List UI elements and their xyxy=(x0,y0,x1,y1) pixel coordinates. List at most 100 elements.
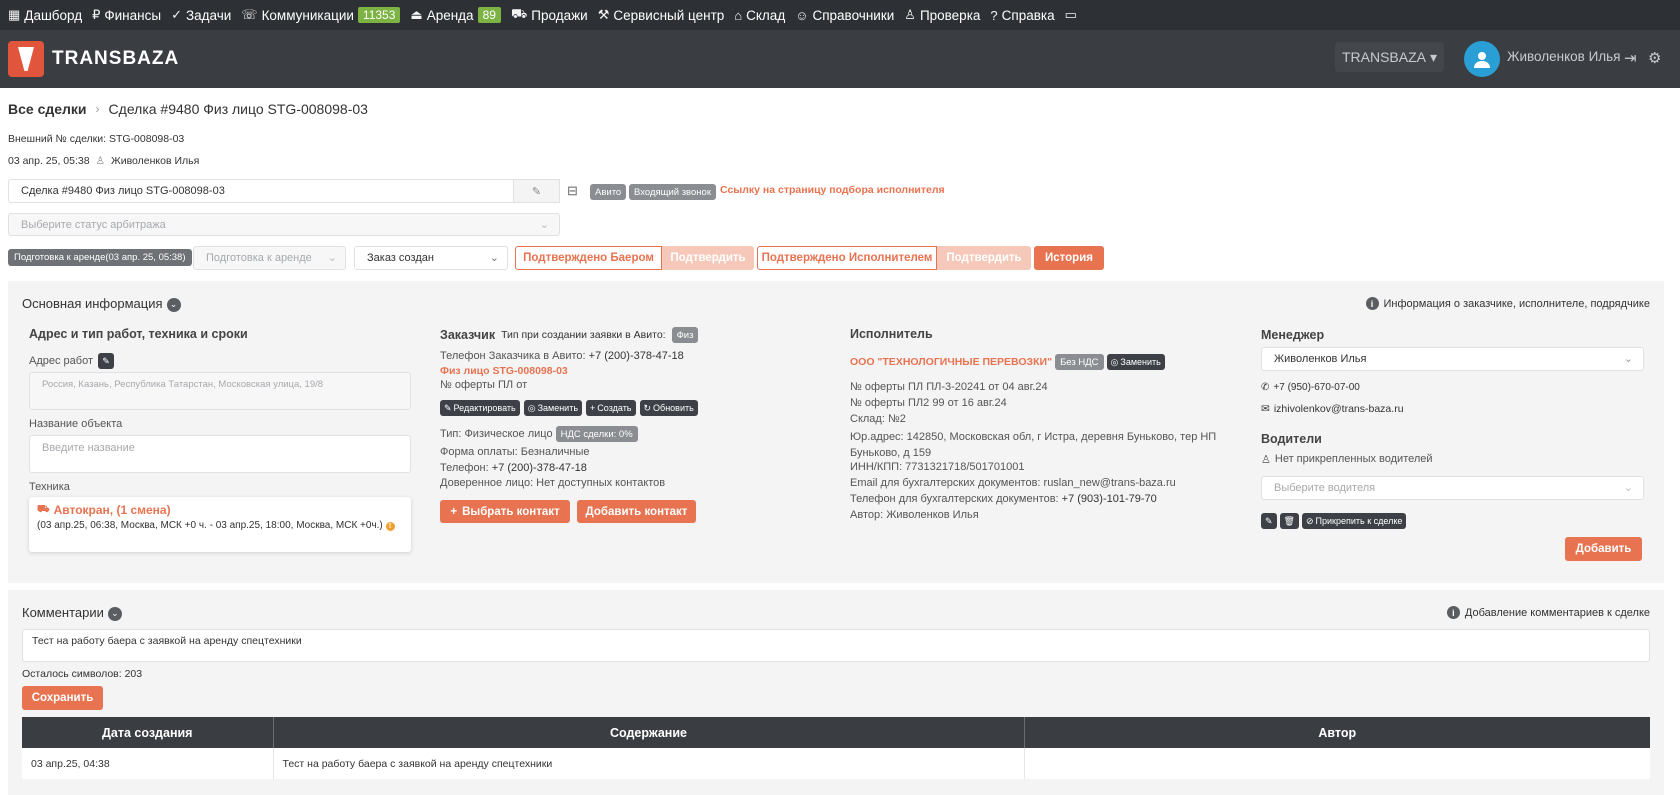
cart-icon: ⛟ xyxy=(510,6,528,21)
pencil-icon: ✎ xyxy=(531,185,542,198)
replace-customer-button[interactable]: ◎ Заменить xyxy=(523,400,583,416)
plus-icon: + xyxy=(590,403,596,413)
column-header-author[interactable]: Автор xyxy=(1024,717,1650,748)
remaining-chars: Осталось символов: 203 xyxy=(22,668,143,680)
user-name[interactable]: Живоленков Илья xyxy=(1507,49,1621,64)
arbitration-placeholder: Выберите статус арбитража xyxy=(21,218,166,231)
add-driver-button[interactable]: Добавить xyxy=(1565,537,1642,561)
logout-icon[interactable]: ⇥ xyxy=(1624,49,1637,67)
avatar[interactable] xyxy=(1464,41,1500,77)
nav-item-cart[interactable]: ⛟ Продажи xyxy=(511,6,588,24)
company-select[interactable]: TRANSBAZA ▾ xyxy=(1335,42,1444,72)
comment-textarea[interactable]: Тест на работу баера с заявкой на аренду… xyxy=(22,629,1650,662)
stage-select-value: Подготовка к аренде xyxy=(206,252,312,264)
create-customer-button[interactable]: + Создать xyxy=(586,400,636,416)
executor-company[interactable]: ООО "ТЕХНОЛОГИЧНЫЕ ПЕРЕВОЗКИ" xyxy=(850,356,1052,368)
customer-type-row: Тип: Физическое лицо НДС сделки: 0% xyxy=(440,426,638,442)
confirm-buyer-button[interactable]: Подтвердить xyxy=(662,246,754,270)
chevron-down-icon: ⌄ xyxy=(327,252,337,264)
edit-address-button[interactable]: ✎ xyxy=(98,353,114,369)
check-circle-icon: ✓ xyxy=(171,7,182,22)
manager-select[interactable]: Живоленков Илья ⌄ xyxy=(1261,347,1644,371)
nav-item-help[interactable]: ? Справка xyxy=(990,8,1054,23)
delete-driver-button[interactable]: 🗑 xyxy=(1279,513,1299,529)
manager-email[interactable]: izhivolenkov@trans-baza.ru xyxy=(1274,403,1404,415)
executor-selection-link[interactable]: Ссылку на страницу подбора исполнителя xyxy=(720,184,945,196)
driver-select[interactable]: Выберите водителя ⌄ xyxy=(1261,476,1644,500)
order-status-select[interactable]: Заказ создан ⌄ xyxy=(354,246,508,270)
executor-inn: ИНН/КПП: 7731321718/501701001 xyxy=(850,461,1025,473)
edit-driver-button[interactable]: ✎ xyxy=(1261,513,1277,529)
nav-item-check-circle[interactable]: ✓ Задачи xyxy=(171,7,231,23)
nav-item-users[interactable]: ☺ Справочники xyxy=(795,8,894,23)
comments-header[interactable]: Комментарии ⌄ xyxy=(22,605,122,621)
choose-contact-button[interactable]: + Выбрать контакт xyxy=(440,500,570,523)
arbitration-select[interactable]: Выберите статус арбитража ⌄ xyxy=(8,213,560,236)
executor-warehouse: Склад: №2 xyxy=(850,413,906,425)
dashboard-icon: ▦ xyxy=(8,7,21,22)
confirm-executor-button[interactable]: Подтвердить xyxy=(937,246,1031,270)
nav-item-tools[interactable]: ⚒ Сервисный центр xyxy=(598,7,725,23)
gear-icon[interactable]: ⚙ xyxy=(1648,49,1661,67)
nav-item-user-check[interactable]: ♙ Проверка xyxy=(904,7,980,23)
nav-item-rent[interactable]: ⏏ Аренда 89 xyxy=(410,7,501,23)
avito-phone-label: Телефон Заказчика в Авито: xyxy=(440,350,586,362)
replace-customer-label: Заменить xyxy=(537,403,579,413)
nav-item-chat[interactable]: ▭ xyxy=(1065,7,1077,23)
address-section-title: Адрес и тип работ, техника и сроки xyxy=(29,327,248,341)
help-icon: ? xyxy=(990,7,998,23)
nav-badge: 89 xyxy=(477,7,501,23)
nav-item-phone[interactable]: ☏ Коммуникации 11353 xyxy=(241,7,401,23)
nav-item-label: Финансы xyxy=(104,7,162,23)
replace-executor-button[interactable]: ◎ Заменить xyxy=(1106,354,1165,370)
confirmed-buyer-button[interactable]: Подтверждено Баером xyxy=(515,246,662,270)
avito-type-label: Тип при создании заявки в Авито: xyxy=(501,329,666,341)
choose-contact-label: Выбрать контакт xyxy=(462,505,560,518)
object-name-input[interactable]: Введите название xyxy=(29,435,411,473)
executor-offer1: № оферты ПЛ ПЛ-3-20241 от 04 авг.24 xyxy=(850,381,1048,393)
main-info-title: Основная информация xyxy=(22,296,163,311)
customer-phone-label: Телефон: xyxy=(440,462,489,474)
pencil-icon: ✎ xyxy=(1265,515,1273,526)
no-drivers-text: Нет прикрепленных водителей xyxy=(1274,453,1433,465)
main-info-header[interactable]: Основная информация ⌄ xyxy=(22,296,181,312)
add-contact-button[interactable]: Добавить контакт xyxy=(577,500,696,523)
address-textarea[interactable]: Россия, Казань, Республика Татарстан, Мо… xyxy=(29,372,411,410)
trusted-person: Доверенное лицо: Нет доступных контактов xyxy=(440,477,666,489)
customer-type: Тип: Физическое лицо xyxy=(440,428,553,440)
mail-icon: ✉ xyxy=(1261,403,1270,415)
customer-title: Заказчик xyxy=(440,328,496,342)
save-comment-button[interactable]: Сохранить xyxy=(22,686,103,710)
confirmed-executor-button[interactable]: Подтверждено Исполнителем xyxy=(757,246,937,270)
column-header-content[interactable]: Содержание xyxy=(273,717,1025,748)
column-header-date[interactable]: Дата создания xyxy=(22,717,274,748)
replace-executor-label: Заменить xyxy=(1120,357,1161,367)
nav-item-ruble[interactable]: ₽ Финансы xyxy=(92,7,161,23)
customer-link[interactable]: Физ лицо STG-008098-03 xyxy=(440,365,568,377)
logo[interactable]: TRANSBAZA xyxy=(8,41,179,77)
deal-name-input[interactable]: Сделка #9480 Физ лицо STG-008098-03 xyxy=(8,179,513,203)
address-label: Адрес работ xyxy=(29,355,93,367)
user-icon: ♙ xyxy=(95,155,106,167)
executor-author: Автор: Живоленков Илья xyxy=(850,509,979,521)
edit-customer-button[interactable]: ✎ Редактировать xyxy=(440,400,520,416)
history-button[interactable]: История xyxy=(1034,246,1104,270)
comments-panel: Комментарии ⌄ i Добавление комментариев к … xyxy=(8,590,1664,795)
tech-card[interactable]: ⛟ Автокран, (1 смена) (03 апр.25, 06:38, … xyxy=(29,497,411,552)
chevron-down-icon: ⌄ xyxy=(1623,353,1633,365)
nav-item-label: Справочники xyxy=(812,7,895,23)
tools-icon: ⚒ xyxy=(597,7,610,22)
customer-phone-value: +7 (200)-378-47-18 xyxy=(491,462,587,474)
nav-item-warehouse[interactable]: ⌂ Склад xyxy=(734,8,785,23)
refresh-customer-button[interactable]: ↻ Обновить xyxy=(639,400,698,416)
stage-select[interactable]: Подготовка к аренде ⌄ xyxy=(193,246,346,270)
plus-icon: + xyxy=(450,505,458,518)
edit-name-button[interactable]: ✎ xyxy=(513,179,560,203)
nav-item-dashboard[interactable]: ▦ Дашборд xyxy=(8,7,82,23)
executor-title: Исполнитель xyxy=(850,327,933,341)
breadcrumb-root[interactable]: Все сделки xyxy=(8,101,87,117)
attach-driver-button[interactable]: ⊘ Прикрепить к сделке xyxy=(1301,513,1407,529)
info-icon: i xyxy=(1446,606,1460,619)
refresh-customer-label: Обновить xyxy=(653,403,694,413)
avito-type-tag: Физ xyxy=(671,327,699,343)
